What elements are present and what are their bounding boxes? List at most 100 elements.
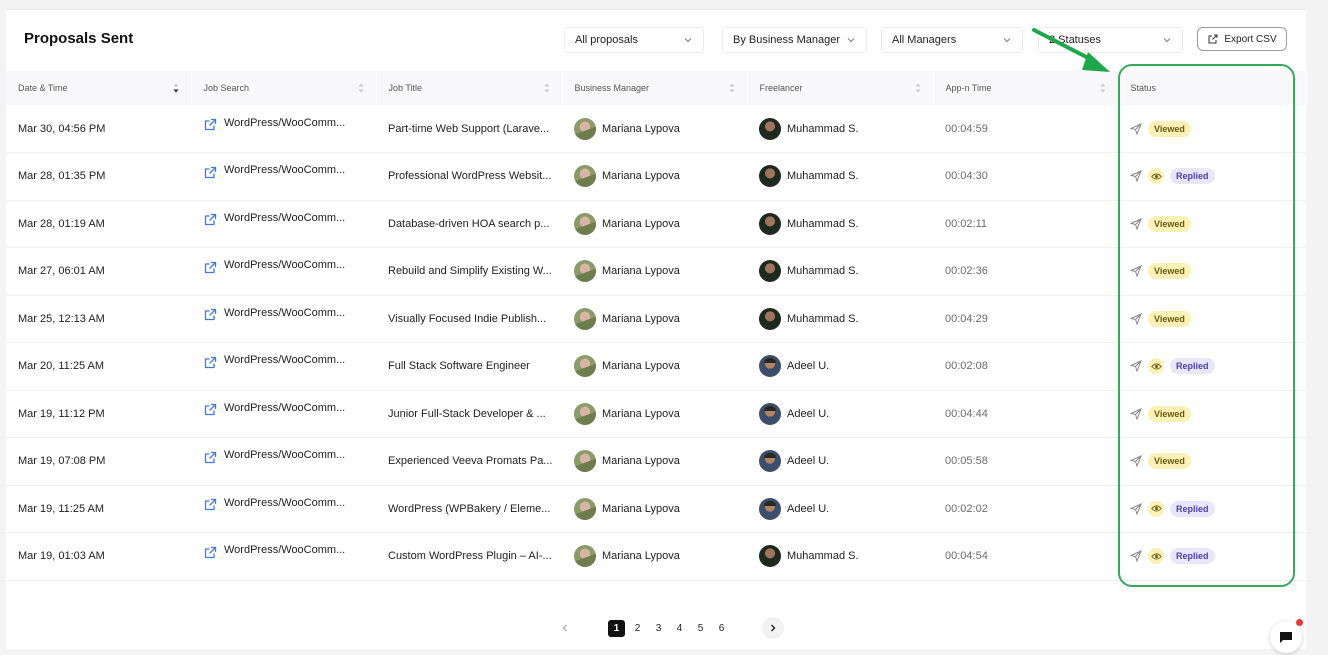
sort-icon[interactable] [173,82,179,94]
statuses-filter[interactable]: 2 Statuses [1038,27,1183,53]
page-button[interactable]: 6 [713,620,730,637]
external-link-icon[interactable] [203,497,218,512]
job-search-text: WordPress/WooComm... [224,401,346,414]
page-button[interactable]: 2 [629,620,646,637]
manager-cell: Mariana Lypova [562,485,747,533]
job-search-cell: WordPress/WooComm... [191,485,376,533]
status-cell: Replied [1118,533,1306,581]
column-header-label: Business Manager [574,83,650,93]
table-row[interactable]: Mar 27, 06:01 AM WordPress/WooComm... Rebu… [6,248,1306,296]
column-header[interactable]: App-n Time [933,71,1119,105]
manager-name: Mariana Lypova [602,360,680,373]
proposals-panel: Proposals Sent All proposals By Business… [6,9,1307,649]
export-csv-label: Export CSV [1224,33,1277,45]
column-header-label: Job Title [388,83,423,93]
column-header-label: App-n Time [945,83,992,93]
export-csv-button[interactable]: Export CSV [1197,27,1287,51]
freelancer-cell: Adeel U. [747,343,933,391]
status-badge: Replied [1170,358,1215,375]
freelancer-name: Muhammad S. [787,312,859,325]
job-search-text: WordPress/WooComm... [224,211,346,224]
date-cell: Mar 19, 01:03 AM [18,550,105,563]
avatar [574,260,596,283]
app-time-cell: 00:04:54 [945,550,988,563]
next-page-button[interactable] [762,617,784,639]
external-link-icon[interactable] [203,355,218,370]
app-time-cell: 00:02:02 [945,502,988,515]
table-row[interactable]: Mar 19, 11:12 PM WordPress/WooComm... Juni… [6,390,1306,438]
page-button[interactable]: 1 [608,619,625,637]
table-row[interactable]: Mar 28, 01:35 PM WordPress/WooComm... Prof… [6,153,1306,201]
managers-filter[interactable]: All Managers [881,27,1023,53]
freelancer-name: Muhammad S. [787,170,859,183]
job-search-cell: WordPress/WooComm... [191,248,376,296]
external-link-icon[interactable] [203,117,218,132]
freelancer-cell: Adeel U. [747,390,933,438]
external-link-icon[interactable] [203,212,218,227]
date-cell: Mar 30, 04:56 PM [18,122,106,135]
sort-icon[interactable] [915,82,921,94]
external-link-icon[interactable] [203,402,218,417]
column-header-label: Date & Time [18,83,68,93]
job-title-cell: Full Stack Software Engineer [388,360,530,373]
proposals-filter[interactable]: All proposals [564,27,704,53]
manager-name: Mariana Lypova [602,502,680,515]
table-row[interactable]: Mar 20, 11:25 AM WordPress/WooComm... Full… [6,343,1306,391]
job-search-text: WordPress/WooComm... [224,354,346,367]
external-link-icon[interactable] [203,307,218,322]
sort-icon[interactable] [1100,82,1106,94]
sort-icon[interactable] [544,82,550,94]
avatar [574,307,596,330]
chevron-right-icon [771,624,776,632]
avatar [574,545,596,568]
manager-cell: Mariana Lypova [562,200,747,248]
column-header[interactable]: Business Manager [562,71,748,105]
date-cell: Mar 28, 01:35 PM [18,170,106,183]
sort-icon[interactable] [729,82,735,94]
column-header[interactable]: Date & Time [6,71,192,105]
manager-name: Mariana Lypova [602,122,680,135]
column-header[interactable]: Status [1118,71,1307,105]
manager-cell: Mariana Lypova [562,343,747,391]
external-link-icon[interactable] [203,260,218,275]
page-button[interactable]: 4 [671,620,688,637]
table-row[interactable]: Mar 19, 01:03 AM WordPress/WooComm... Cust… [6,533,1306,581]
table-row[interactable]: Mar 28, 01:19 AM WordPress/WooComm... Data… [6,200,1306,248]
job-title-cell: Rebuild and Simplify Existing W... [388,265,552,278]
table-row[interactable]: Mar 19, 07:08 PM WordPress/WooComm... Expe… [6,438,1306,485]
column-header[interactable]: Job Search [191,71,377,105]
freelancer-name: Muhammad S. [787,550,859,563]
status-cell: Replied [1118,343,1306,391]
chat-icon [1280,632,1292,643]
avatar [759,355,781,378]
column-header[interactable]: Freelancer [747,71,934,105]
external-link-icon[interactable] [203,165,218,180]
table-row[interactable]: Mar 30, 04:56 PM WordPress/WooComm... Part… [6,105,1306,153]
page-button[interactable]: 3 [650,620,667,637]
eye-icon [1148,548,1164,565]
sort-icon[interactable] [358,82,364,94]
chevron-down-icon [684,38,692,43]
external-link-icon[interactable] [203,545,218,560]
date-cell: Mar 27, 06:01 AM [18,265,105,278]
prev-page-button[interactable] [554,617,576,639]
manager-cell: Mariana Lypova [562,105,747,153]
table-row[interactable]: Mar 19, 11:25 AM WordPress/WooComm... Word… [6,485,1306,533]
avatar [574,212,596,235]
grouping-filter[interactable]: By Business Manager [722,27,867,53]
manager-name: Mariana Lypova [602,312,680,325]
job-search-cell: WordPress/WooComm... [191,200,376,248]
external-link-icon[interactable] [203,450,218,465]
table-header-row: Date & Time Job Search Job Title Business M… [6,71,1307,105]
column-header-label: Job Search [203,83,250,93]
job-title-cell: WordPress (WPBakery / Eleme... [388,502,551,515]
manager-cell: Mariana Lypova [562,153,747,201]
freelancer-name: Muhammad S. [787,122,859,135]
column-header[interactable]: Job Title [376,71,563,105]
table-row[interactable]: Mar 25, 12:13 AM WordPress/WooComm... Visu… [6,295,1306,343]
column-header-label: Status [1130,83,1157,93]
chevron-down-icon [1163,38,1171,43]
page-button[interactable]: 5 [692,620,709,637]
chat-button[interactable] [1270,621,1302,653]
app-time-cell: 00:04:30 [945,170,988,183]
